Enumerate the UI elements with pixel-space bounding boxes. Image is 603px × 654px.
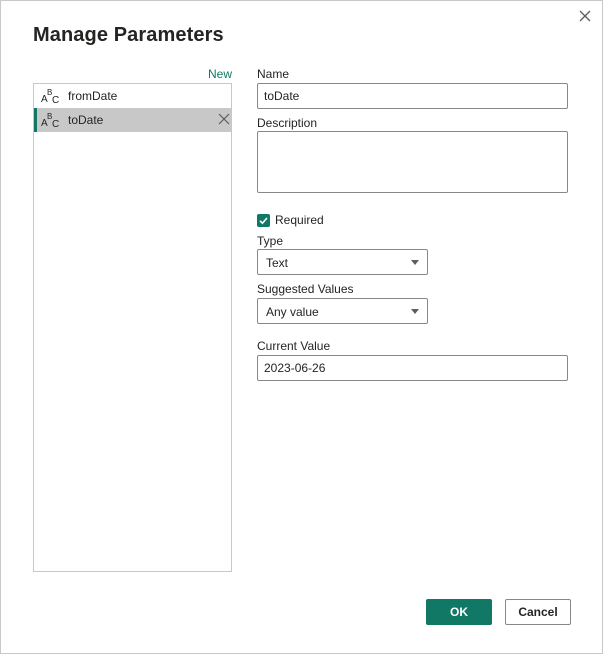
abc-text-type-icon: A B C bbox=[41, 112, 59, 129]
remove-parameter-icon[interactable] bbox=[217, 112, 231, 126]
name-label: Name bbox=[257, 67, 290, 81]
description-label: Description bbox=[257, 116, 318, 130]
parameter-item-todate[interactable]: A B C toDate bbox=[34, 108, 231, 132]
required-label[interactable]: Required bbox=[275, 213, 324, 227]
current-value-input[interactable] bbox=[257, 355, 568, 381]
required-checkbox[interactable] bbox=[257, 214, 270, 227]
current-value-label: Current Value bbox=[257, 339, 331, 353]
suggested-values-select[interactable]: Any value bbox=[257, 298, 428, 324]
close-icon[interactable] bbox=[576, 7, 594, 25]
new-parameter-link[interactable]: New bbox=[208, 67, 232, 81]
svg-text:C: C bbox=[52, 119, 59, 129]
dialog-title: Manage Parameters bbox=[33, 24, 224, 46]
chevron-down-icon bbox=[411, 260, 419, 265]
parameter-item-fromdate[interactable]: A B C fromDate bbox=[34, 84, 231, 108]
abc-text-type-icon: A B C bbox=[41, 88, 59, 105]
ok-button[interactable]: OK bbox=[426, 599, 492, 625]
chevron-down-icon bbox=[411, 309, 419, 314]
cancel-button[interactable]: Cancel bbox=[505, 599, 571, 625]
suggested-values-label: Suggested Values bbox=[257, 282, 354, 296]
description-textarea[interactable] bbox=[257, 131, 568, 193]
parameter-label: toDate bbox=[68, 113, 104, 127]
checkmark-icon bbox=[259, 217, 268, 225]
parameter-label: fromDate bbox=[68, 89, 118, 103]
svg-text:C: C bbox=[52, 95, 59, 105]
parameter-list: A B C fromDate A B C toDate bbox=[33, 83, 232, 572]
type-label: Type bbox=[257, 234, 284, 248]
type-select[interactable]: Text bbox=[257, 249, 428, 275]
name-input[interactable] bbox=[257, 83, 568, 109]
manage-parameters-dialog: Manage Parameters New A B C fromDate A B… bbox=[0, 0, 603, 654]
suggested-values-select-value: Any value bbox=[266, 305, 319, 319]
type-select-value: Text bbox=[266, 256, 289, 270]
